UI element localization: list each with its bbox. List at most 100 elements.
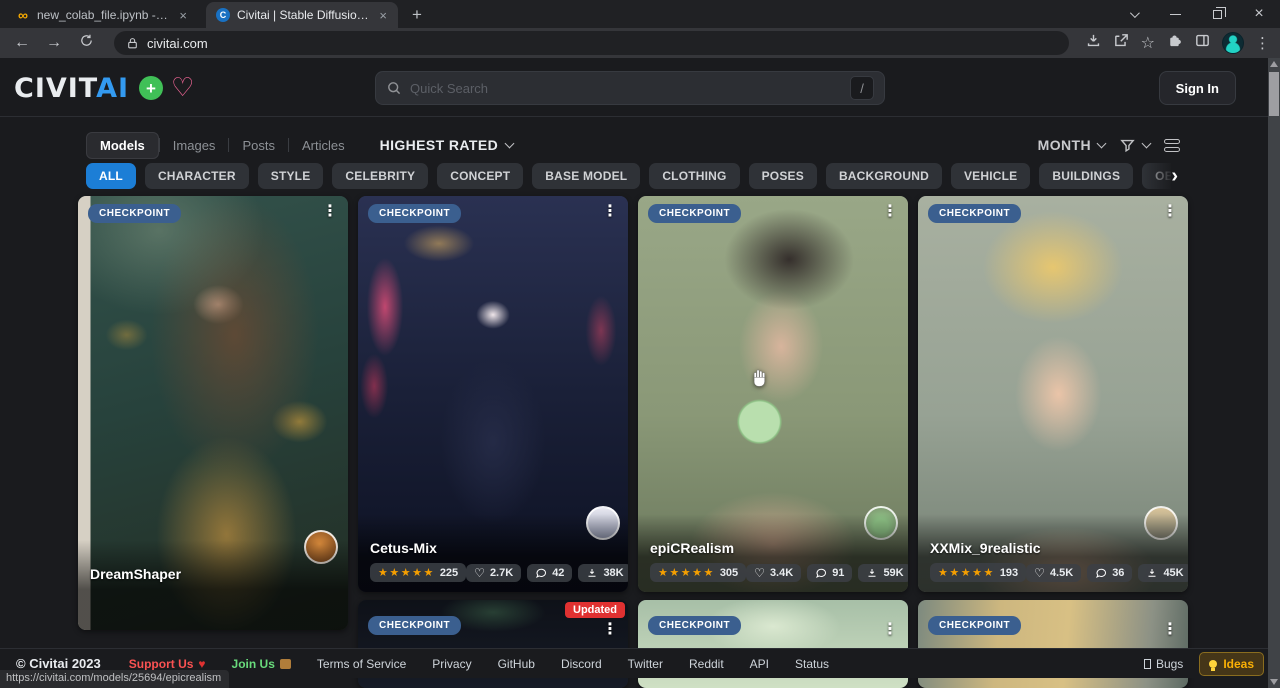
tab-models[interactable]: Models [86,132,159,159]
forward-icon[interactable]: → [42,34,66,52]
browser-tab-colab[interactable]: ∞ new_colab_file.ipynb - Colaborat × [6,2,198,28]
model-title: epiCRealism [650,540,896,556]
tab-search-chevron-icon[interactable] [1112,0,1154,28]
side-panel-icon[interactable] [1194,32,1211,54]
card-menu-icon[interactable]: ⋮ [598,620,622,640]
download-icon [586,567,598,579]
footer-link-join[interactable]: Join Us [232,657,291,671]
downloads-pill: 45K [1138,564,1188,582]
chip-character[interactable]: CHARACTER [145,163,249,189]
quick-search[interactable]: / [375,71,885,105]
scrollbar-thumb[interactable] [1269,72,1279,116]
tab-articles[interactable]: Articles [289,133,358,158]
browser-tab-civitai[interactable]: C Civitai | Stable Diffusion models, × [206,2,398,28]
footer-link-status[interactable]: Status [795,657,829,671]
star-rating-icon: ★★★★★ [378,566,435,579]
minimize-button[interactable] [1154,0,1196,28]
scrollbar-up-icon[interactable] [1270,61,1278,67]
chip-buildings[interactable]: BUILDINGS [1039,163,1133,189]
chip-celebrity[interactable]: CELEBRITY [332,163,428,189]
favorites-heart-icon[interactable]: ♡ [171,72,194,103]
footer-link-github[interactable]: GitHub [498,657,535,671]
tab-posts[interactable]: Posts [229,133,288,158]
link-preview-statusbar: https://civitai.com/models/25694/epicrea… [0,670,229,688]
browser-menu-icon[interactable]: ⋮ [1255,34,1270,52]
downloads-pill: 38K [578,564,628,582]
model-card-epicrealism[interactable]: CHECKPOINT ⋮ epiCRealism ★★★★★305 ♡3.4K … [638,196,908,592]
footer-link-support[interactable]: Support Us♥ [129,657,206,671]
comment-icon [535,567,547,579]
category-chips: ALL CHARACTER STYLE CELEBRITY CONCEPT BA… [86,163,1171,190]
period-dropdown[interactable]: MONTH [1038,137,1105,153]
rating-pill: ★★★★★305 [650,563,746,582]
bugs-button[interactable]: Bugs [1144,657,1183,671]
sort-dropdown[interactable]: HIGHEST RATED [380,137,514,153]
checkpoint-badge: CHECKPOINT [368,204,461,223]
bookmark-star-icon[interactable]: ☆ [1141,33,1155,53]
card-menu-icon[interactable]: ⋮ [878,620,902,640]
url-text: civitai.com [147,36,208,51]
copyright-text: © Civitai 2023 [16,656,101,671]
restore-button[interactable] [1196,0,1238,28]
profile-avatar[interactable] [1222,32,1244,54]
card-menu-icon[interactable]: ⋮ [318,202,342,222]
back-icon[interactable]: ← [10,34,34,52]
tab-close-icon[interactable]: × [376,8,390,23]
chip-all[interactable]: ALL [86,163,136,189]
heart-icon: ♡ [754,567,765,579]
chevron-down-icon [1097,138,1107,148]
card-menu-icon[interactable]: ⋮ [598,202,622,222]
model-card-dreamshaper[interactable]: CHECKPOINT ⋮ DreamShaper [78,196,348,630]
reload-icon[interactable] [74,33,98,53]
close-button[interactable]: × [1238,0,1280,28]
filter-dropdown[interactable] [1119,137,1150,154]
civitai-logo[interactable]: CIVITAI [14,73,129,104]
tab-images[interactable]: Images [160,133,229,158]
scrollbar-down-icon[interactable] [1270,679,1278,685]
create-plus-button[interactable]: + [139,76,163,100]
chip-vehicle[interactable]: VEHICLE [951,163,1030,189]
tab-close-icon[interactable]: × [176,8,190,23]
chevron-down-icon [1142,138,1152,148]
card-title-block: Cetus-Mix ★★★★★225 ♡2.7K 42 38K [358,514,628,592]
footer-link-privacy[interactable]: Privacy [432,657,471,671]
card-menu-icon[interactable]: ⋮ [878,202,902,222]
lock-icon [126,37,139,50]
chip-clothing[interactable]: CLOTHING [649,163,739,189]
comments-pill: 91 [807,564,852,582]
footer-link-twitter[interactable]: Twitter [628,657,663,671]
chip-base-model[interactable]: BASE MODEL [532,163,640,189]
sign-in-button[interactable]: Sign In [1159,71,1236,105]
card-menu-icon[interactable]: ⋮ [1158,202,1182,222]
model-card-xxmix[interactable]: CHECKPOINT ⋮ XXMix_9realistic ★★★★★193 ♡… [918,196,1188,592]
civitai-favicon-icon: C [216,8,230,22]
footer-link-api[interactable]: API [750,657,769,671]
ideas-button[interactable]: Ideas [1199,652,1264,676]
chip-concept[interactable]: CONCEPT [437,163,523,189]
browser-toolbar: ← → civitai.com ☆ ⋮ [0,28,1280,58]
content-type-tabs: Models Images Posts Articles [86,132,358,159]
share-icon[interactable] [1113,32,1130,54]
chip-poses[interactable]: POSES [749,163,817,189]
download-icon[interactable] [1085,32,1102,54]
card-menu-icon[interactable]: ⋮ [1158,620,1182,640]
chips-scroll-right-icon[interactable]: › [1171,164,1178,188]
search-input[interactable] [410,81,842,96]
site-header: CIVITAI + ♡ / Sign In [0,58,1280,117]
model-title: DreamShaper [90,566,336,582]
layout-toggle-icon[interactable] [1164,139,1180,152]
address-bar[interactable]: civitai.com [114,31,1069,55]
footer-link-reddit[interactable]: Reddit [689,657,724,671]
filter-funnel-icon [1119,137,1136,154]
new-tab-button[interactable]: + [404,2,430,28]
download-icon [1146,567,1158,579]
extensions-puzzle-icon[interactable] [1166,32,1183,54]
model-card-cetus-mix[interactable]: CHECKPOINT ⋮ Cetus-Mix ★★★★★225 ♡2.7K 42… [358,196,628,592]
rating-count: 225 [440,567,458,579]
page-scrollbar[interactable] [1268,58,1280,688]
footer-link-terms[interactable]: Terms of Service [317,657,406,671]
chip-style[interactable]: STYLE [258,163,324,189]
chip-background[interactable]: BACKGROUND [826,163,942,189]
footer-link-discord[interactable]: Discord [561,657,602,671]
likes-pill: ♡2.7K [466,564,521,582]
